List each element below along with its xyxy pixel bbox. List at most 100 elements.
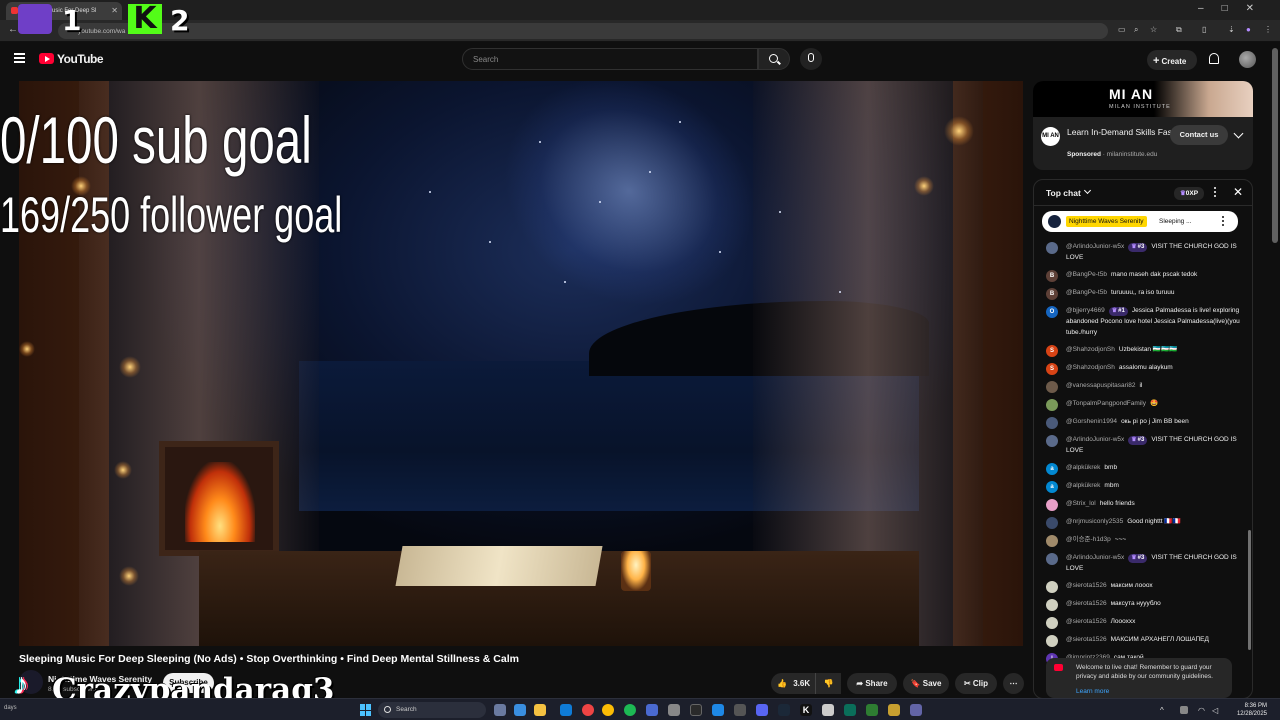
chat-author-avatar[interactable]: a [1046,463,1058,475]
dislike-button[interactable]: 👎 [815,673,841,694]
taskbar-search-input[interactable]: Search [378,702,486,718]
close-tab-icon[interactable]: ✕ [111,6,118,15]
create-button[interactable]: + Create [1147,50,1197,70]
chat-author-name[interactable]: @vanessapuspitasari82 [1066,382,1135,389]
chat-author-avatar[interactable] [1046,417,1058,429]
chat-message[interactable]: @sierota1526 МАКСИМ АРХАНЕГЛ ЛОШАПЕД [1034,631,1246,649]
hamburger-menu-icon[interactable] [14,53,25,63]
chat-author-avatar[interactable] [1046,435,1058,447]
chat-author-avatar[interactable]: O [1046,306,1058,318]
chat-message[interactable]: @TonpalmPangpondFamily 🤩 [1034,395,1246,413]
spotify-icon[interactable] [624,704,636,716]
window-controls[interactable]: –□✕ [1198,3,1272,14]
chat-author-avatar[interactable] [1046,635,1058,647]
ad-title[interactable]: Learn In-Demand Skills Fast [1067,127,1177,138]
app-icon[interactable] [866,704,878,716]
zoom-icon[interactable]: ⌕ [1134,25,1138,35]
chat-author-name[interactable]: @Strix_lol [1066,500,1096,507]
wifi-icon[interactable]: ◠ [1198,706,1208,715]
chat-author-name[interactable]: @alpkükrek [1066,464,1100,471]
steam-icon[interactable] [778,704,790,716]
chat-author-avatar[interactable]: S [1046,345,1058,357]
save-button[interactable]: 🔖 Save [903,673,949,694]
chat-author-avatar[interactable] [1046,599,1058,611]
chat-message[interactable]: @vanessapuspitasari82 il [1034,377,1246,395]
volume-icon[interactable]: ◁ [1212,706,1222,715]
page-scrollbar[interactable] [1272,48,1278,243]
chat-author-name[interactable]: @TonpalmPangpondFamily [1066,400,1146,407]
chat-message[interactable]: @sierota1526 максута нууубло [1034,595,1246,613]
chat-message[interactable]: B @BangPe-t5b turuuuu,, ra iso turuuu [1034,284,1246,302]
chat-author-avatar[interactable]: B [1046,288,1058,300]
chat-author-avatar[interactable] [1046,535,1058,547]
tray-app-icon[interactable] [1180,706,1188,714]
windows-start-icon[interactable] [360,704,372,716]
youtube-logo-icon[interactable] [39,53,54,64]
youtube-logo-text[interactable]: YouTube [57,52,104,66]
app-icon[interactable] [822,704,834,716]
tray-chevron-icon[interactable]: ^ [1160,706,1168,715]
pinned-more-icon[interactable] [1222,216,1224,228]
account-avatar[interactable] [1239,51,1256,68]
close-icon[interactable]: ✕ [1233,186,1243,198]
chat-message[interactable]: a @alpkükrek mbm [1034,477,1246,495]
search-button[interactable] [758,48,790,70]
discord-icon[interactable] [756,704,768,716]
search-input[interactable]: Search [462,48,758,70]
app-icon[interactable] [690,704,702,716]
chat-author-avatar[interactable] [1046,242,1058,254]
app-icon[interactable] [712,704,724,716]
kick-app-icon[interactable]: K [800,704,812,716]
teams-icon[interactable] [910,704,922,716]
chat-message[interactable]: @nrjmusiconly2535 Good nighttt 🇫🇷🇫🇷 [1034,513,1246,531]
chat-author-name[interactable]: @ArlindoJunior-w5x [1066,243,1124,250]
chat-author-avatar[interactable] [1046,517,1058,529]
chat-author-name[interactable]: @sierota1526 [1066,582,1107,589]
chat-message[interactable]: @sierota1526 Лоооххх [1034,613,1246,631]
task-view-icon[interactable] [494,704,506,716]
chat-message[interactable]: B @BangPe-t5b mano maseh dak pscak tedok [1034,266,1246,284]
chat-author-avatar[interactable] [1046,581,1058,593]
app-icon[interactable] [844,704,856,716]
chat-message[interactable]: S @ShahzodjonSh Uzbekistan 🇺🇿🇺🇿🇺🇿 [1034,341,1246,359]
chat-scrollbar[interactable] [1248,530,1251,650]
chat-author-name[interactable]: @ArlindoJunior-w5x [1066,436,1124,443]
profile-icon[interactable]: ● [1246,25,1251,34]
chat-author-name[interactable]: @nrjmusiconly2535 [1066,518,1123,525]
contact-us-button[interactable]: Contact us [1170,125,1228,145]
chat-author-name[interactable]: @sierota1526 [1066,636,1107,643]
system-clock[interactable]: 8:36 PM 12/28/2025 [1227,702,1267,718]
learn-more-link[interactable]: Learn more [1076,688,1109,695]
chat-author-name[interactable]: @BangPe-t5b [1066,289,1107,296]
chat-author-name[interactable]: @alpkükrek [1066,482,1100,489]
chat-message[interactable]: @ArlindoJunior-w5x ♛#3 VISIT THE CHURCH GO… [1034,549,1246,577]
chat-message[interactable]: @ArlindoJunior-w5x ♛#3 VISIT THE CHURCH GO… [1034,238,1246,266]
cast-icon[interactable]: ▭ [1118,25,1126,34]
chat-author-name[interactable]: @ArlindoJunior-w5x [1066,554,1124,561]
app-icon[interactable] [668,704,680,716]
pinned-message[interactable]: Nighttime Waves Serenity Sleeping ... [1042,211,1238,232]
chat-author-avatar[interactable]: a [1046,481,1058,493]
chat-author-name[interactable]: @Gorshenin1994 [1066,418,1117,425]
extensions-icon[interactable]: ⧉ [1176,25,1182,35]
weather-widget[interactable]: days [4,705,17,711]
chat-message[interactable]: @Gorshenin1994 окь pi po j Jim BB been [1034,413,1246,431]
chat-message[interactable]: a @alpkükrek bmb [1034,459,1246,477]
chat-message[interactable]: @sierota1526 максим лооох [1034,577,1246,595]
chat-author-name[interactable]: @ShahzodjonSh [1066,364,1115,371]
chat-author-avatar[interactable] [1046,499,1058,511]
chat-mode-selector[interactable]: Top chat [1046,188,1081,198]
chat-author-name[interactable]: @이승준-h1d3p [1066,536,1111,543]
chat-author-avatar[interactable]: S [1046,363,1058,375]
widgets-icon[interactable] [514,704,526,716]
chat-author-name[interactable]: @sierota1526 [1066,618,1107,625]
chat-author-name[interactable]: @BangPe-t5b [1066,271,1107,278]
sponsored-ad-card[interactable]: MI AN MILAN INSTITUTE MI AN Learn In-Dem… [1033,81,1253,170]
more-actions-button[interactable]: ⋯ [1003,673,1024,694]
edge-icon[interactable] [560,704,572,716]
app-icon[interactable] [734,704,746,716]
notifications-bell-icon[interactable] [1209,53,1219,64]
chat-author-avatar[interactable]: B [1046,270,1058,282]
chat-author-avatar[interactable] [1046,399,1058,411]
chrome-active-icon[interactable] [602,704,614,716]
